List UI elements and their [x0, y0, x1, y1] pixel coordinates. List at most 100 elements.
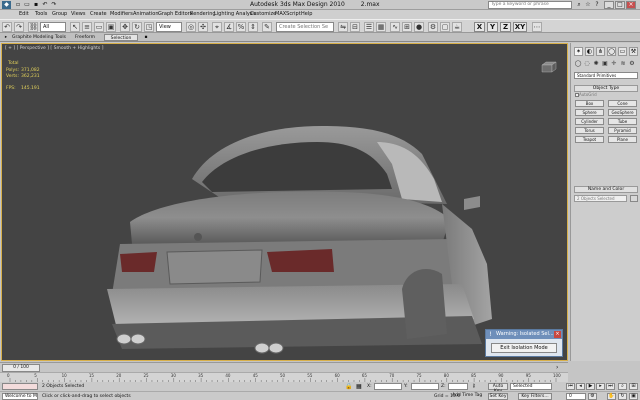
select-link-icon[interactable]: ⛓ [28, 22, 38, 32]
time-slider-thumb[interactable]: 0 / 100 [2, 364, 40, 372]
geosphere-button[interactable]: GeoSphere [608, 109, 637, 116]
ribbon-options-icon[interactable]: ▪ [142, 34, 150, 41]
tube-button[interactable]: Tube [608, 118, 637, 125]
minimize-button[interactable]: _ [604, 1, 614, 9]
go-to-end-icon[interactable]: ⏭ [606, 383, 615, 390]
menu-customize[interactable]: Customize [250, 11, 276, 18]
viewcube-icon[interactable] [538, 60, 560, 74]
key-icon[interactable]: ⚷ [472, 383, 476, 389]
pan-view-icon[interactable]: ✋ [607, 393, 616, 400]
rectangular-selection-icon[interactable]: ▭ [94, 22, 104, 32]
play-icon[interactable]: ▶ [586, 383, 595, 390]
selection-filter-dropdown[interactable]: All [40, 22, 66, 32]
absolute-mode-icon[interactable]: ▦ [356, 383, 362, 390]
toolbar-extra-icon[interactable]: ⋯ [532, 22, 542, 32]
motion-tab-icon[interactable]: ◯ [607, 47, 616, 56]
menu-create[interactable]: Create [90, 11, 107, 18]
exit-isolation-mode-button[interactable]: Exit Isolation Mode [491, 343, 557, 353]
geometry-icon[interactable]: ◯ [574, 60, 582, 68]
menu-edit[interactable]: Edit [19, 11, 29, 18]
menu-animation[interactable]: Animation [133, 11, 159, 18]
name-and-color-rollout[interactable]: Name and Color [574, 186, 638, 193]
axis-xy-button[interactable]: XY [513, 22, 527, 32]
axis-z-button[interactable]: Z [500, 22, 511, 32]
key-mode-dropdown[interactable]: Selected [510, 383, 552, 390]
menu-views[interactable]: Views [71, 11, 85, 18]
close-button[interactable]: × [626, 1, 636, 9]
window-crossing-icon[interactable]: ▣ [106, 22, 116, 32]
help-star-icon[interactable]: ☆ [584, 1, 592, 9]
lights-icon[interactable]: ✺ [592, 60, 600, 68]
previous-frame-icon[interactable]: ◂ [576, 383, 585, 390]
curve-editor-icon[interactable]: ∿ [390, 22, 400, 32]
auto-key-button[interactable]: Auto Key [488, 383, 508, 394]
cameras-icon[interactable]: ▣ [601, 60, 609, 68]
plane-button[interactable]: Plane [608, 136, 637, 143]
edit-named-selection-icon[interactable]: ✎ [262, 22, 272, 32]
lock-selection-icon[interactable]: 🔒 [345, 383, 352, 390]
dialog-close-button[interactable]: × [554, 331, 561, 338]
zoom-viewport-icon[interactable]: ⌕ [618, 383, 627, 390]
material-editor-icon[interactable]: ● [414, 22, 424, 32]
menu-modifiers[interactable]: Modifiers [110, 11, 133, 18]
axis-y-button[interactable]: Y [487, 22, 498, 32]
box-button[interactable]: Box [575, 100, 604, 107]
spinner-snap-icon[interactable]: ⇕ [248, 22, 258, 32]
zoom-all-icon[interactable]: ⊞ [629, 383, 638, 390]
undo-icon[interactable]: ↶ [41, 1, 49, 9]
align-icon[interactable]: ⊟ [350, 22, 360, 32]
cylinder-button[interactable]: Cylinder [575, 118, 604, 125]
pyramid-button[interactable]: Pyramid [608, 127, 637, 134]
go-to-start-icon[interactable]: ⏮ [566, 383, 575, 390]
open-file-icon[interactable]: ▭ [23, 1, 31, 9]
object-name-field[interactable]: 2 Objects Selected [574, 195, 627, 202]
render-icon[interactable]: ☕ [452, 22, 462, 32]
object-type-rollout[interactable]: Object Type [574, 85, 638, 92]
current-frame-field[interactable]: 0 [566, 393, 586, 400]
pivot-center-icon[interactable]: ◎ [186, 22, 196, 32]
track-bar[interactable]: 0 5 10 15 20 25 30 35 40 45 50 55 60 65 70 75 80 85 90 95 10… [0, 372, 568, 383]
menu-rendering[interactable]: Rendering [190, 11, 216, 18]
select-move-icon[interactable]: ✥ [120, 22, 130, 32]
select-rotate-icon[interactable]: ↻ [132, 22, 142, 32]
menu-tools[interactable]: Tools [35, 11, 47, 18]
menu-help[interactable]: Help [301, 11, 312, 18]
display-tab-icon[interactable]: ▭ [618, 47, 627, 56]
help-icon[interactable]: ? [593, 1, 601, 9]
select-object-icon[interactable]: ↖ [70, 22, 80, 32]
schematic-view-icon[interactable]: ⊞ [402, 22, 412, 32]
save-file-icon[interactable]: ▪ [32, 1, 40, 9]
key-filters-button[interactable]: Key Filters... [518, 393, 552, 400]
set-key-button[interactable]: Set Key [488, 393, 508, 400]
modify-tab-icon[interactable]: ◐ [585, 47, 594, 56]
maxscript-listener-mini[interactable] [2, 383, 38, 390]
time-slider-next-icon[interactable]: › [556, 364, 558, 371]
ribbon-toggle-icon[interactable]: ▸ [2, 34, 10, 41]
reference-coord-dropdown[interactable]: View [156, 22, 182, 32]
perspective-viewport[interactable]: [ + ] [ Perspective ] [ Smooth + Highlig… [1, 43, 568, 361]
menu-graph-editors[interactable]: Graph Editors [158, 11, 192, 18]
y-coordinate-field[interactable] [411, 383, 439, 390]
tab-freeform[interactable]: Freeform [68, 34, 102, 41]
object-color-swatch[interactable] [630, 195, 638, 202]
sphere-button[interactable]: Sphere [575, 109, 604, 116]
spacewarps-icon[interactable]: ≋ [619, 60, 627, 68]
viewport-label[interactable]: [ + ] [ Perspective ] [ Smooth + Highlig… [5, 46, 103, 51]
dialog-title[interactable]: Warning: Isolated Sel... [486, 330, 562, 339]
next-frame-icon[interactable]: ▸ [596, 383, 605, 390]
app-logo-icon[interactable]: ◆ [2, 1, 11, 9]
orbit-icon[interactable]: ↻ [618, 393, 627, 400]
helpers-icon[interactable]: ✛ [610, 60, 618, 68]
utilities-tab-icon[interactable]: ⚒ [629, 47, 638, 56]
select-scale-icon[interactable]: ◳ [144, 22, 154, 32]
angle-snap-icon[interactable]: ∡ [224, 22, 234, 32]
menu-group[interactable]: Group [52, 11, 67, 18]
percent-snap-icon[interactable]: % [236, 22, 246, 32]
z-coordinate-field[interactable] [448, 383, 468, 390]
hierarchy-tab-icon[interactable]: ⋔ [596, 47, 605, 56]
shapes-icon[interactable]: ◌ [583, 60, 591, 68]
tab-graphite-modeling-tools[interactable]: Graphite Modeling Tools [12, 34, 66, 41]
time-slider[interactable]: 0 / 100 › [0, 362, 568, 372]
teapot-button[interactable]: Teapot [575, 136, 604, 143]
redo-icon[interactable]: ↷ [50, 1, 58, 9]
